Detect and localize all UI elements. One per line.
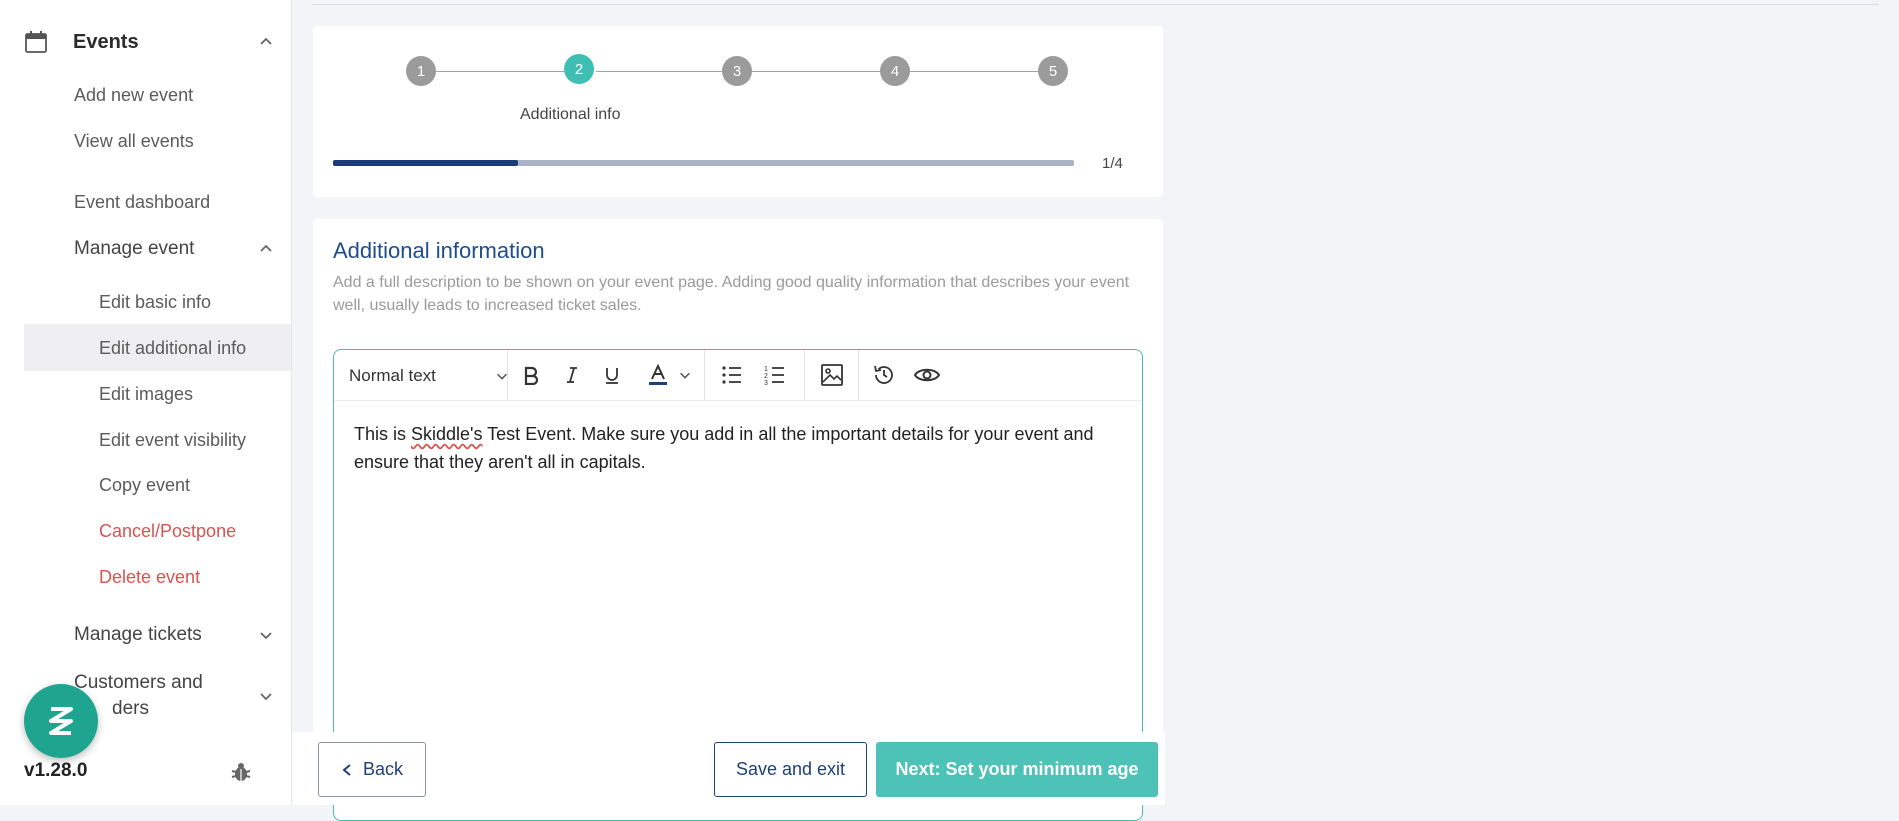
customers-line-1: Customers and (74, 672, 203, 693)
step-4[interactable]: 4 (880, 56, 910, 86)
editor-misspelled-word: Skiddle's (411, 424, 483, 444)
numbered-list-icon: 1 2 3 (764, 366, 784, 386)
italic-button[interactable] (559, 362, 585, 388)
chevron-up-icon[interactable] (258, 34, 274, 50)
step-connector (596, 71, 722, 72)
underline-icon (606, 368, 618, 384)
step-connector (910, 71, 1040, 72)
text-color-icon (649, 363, 667, 385)
back-button-label: Back (362, 759, 404, 779)
bold-icon (524, 366, 539, 385)
text-color-button[interactable] (646, 362, 692, 388)
chevron-down-icon (260, 632, 272, 640)
sidebar-item-manage-tickets[interactable]: Manage tickets (74, 624, 274, 646)
step-3[interactable]: 3 (722, 56, 752, 86)
bold-button[interactable] (518, 362, 544, 388)
sidebar-item-event-dashboard[interactable]: Event dashboard (74, 192, 210, 213)
back-button[interactable]: Back (318, 742, 426, 797)
sidebar-item-edit-basic-info[interactable]: Edit basic info (99, 292, 211, 313)
italic-icon (567, 367, 577, 383)
text-format-value: Normal text (349, 366, 436, 385)
sidebar-item-delete-event[interactable]: Delete event (99, 567, 200, 588)
chevron-down-icon (260, 693, 272, 701)
skiddle-logo-icon (49, 707, 73, 735)
section-title: Additional information (333, 238, 545, 263)
step-2[interactable]: 2 (564, 54, 594, 84)
sidebar-item-manage-event[interactable]: Manage event (74, 238, 274, 260)
eye-icon (914, 368, 940, 382)
calendar-icon (25, 31, 47, 53)
sidebar-item-edit-images[interactable]: Edit images (99, 384, 193, 405)
progress-bar-fill (333, 160, 519, 166)
underline-button[interactable] (599, 362, 625, 388)
chevron-down-icon (680, 372, 690, 379)
top-divider (312, 4, 1879, 5)
toolbar-separator (704, 350, 705, 400)
progress-bar (333, 160, 1074, 166)
toolbar-separator (858, 350, 859, 400)
version-label: v1.28.0 (24, 760, 88, 781)
stepper-card (313, 26, 1163, 197)
manage-tickets-label: Manage tickets (74, 624, 202, 645)
bug-icon[interactable] (230, 761, 252, 783)
sidebar-item-edit-additional-info[interactable]: Edit additional info (99, 338, 246, 359)
preview-button[interactable] (914, 362, 940, 388)
next-button[interactable]: Next: Set your minimum age (876, 742, 1158, 797)
chevron-up-icon (260, 244, 272, 252)
step-connector (752, 71, 880, 72)
editor-content[interactable]: This is Skiddle's Test Event. Make sure … (354, 420, 1124, 476)
numbered-list-button[interactable]: 1 2 3 (762, 362, 788, 388)
svg-text:2: 2 (764, 373, 768, 380)
editor-text-part: This is (354, 424, 412, 444)
editor-toolbar: Normal text 1 2 3 (334, 350, 1142, 401)
sidebar-item-events[interactable]: Events (24, 26, 274, 58)
active-step-label: Additional info (520, 106, 621, 123)
sidebar-item-edit-event-visibility[interactable]: Edit event visibility (99, 430, 246, 451)
toolbar-separator (507, 350, 508, 400)
save-and-exit-button[interactable]: Save and exit (714, 742, 867, 797)
history-button[interactable] (871, 362, 897, 388)
progress-text: 1/4 (1102, 155, 1123, 172)
svg-text:3: 3 (764, 380, 768, 386)
bullet-list-button[interactable] (719, 362, 745, 388)
toolbar-separator (804, 350, 805, 400)
step-1[interactable]: 1 (406, 56, 436, 86)
sidebar-item-copy-event[interactable]: Copy event (99, 475, 190, 496)
svg-text:1: 1 (764, 366, 768, 373)
sidebar-item-cancel-postpone[interactable]: Cancel/Postpone (99, 521, 236, 542)
step-5[interactable]: 5 (1038, 56, 1068, 86)
section-description: Add a full description to be shown on yo… (333, 274, 1130, 314)
image-icon (821, 364, 843, 386)
sidebar-item-customers-orders[interactable]: Customers and ders (74, 670, 274, 722)
history-icon (874, 365, 893, 384)
chevron-left-icon (342, 763, 351, 776)
sidebar-events-label: Events (73, 30, 139, 53)
step-connector (436, 71, 566, 72)
insert-image-button[interactable] (819, 362, 845, 388)
stepper: 1 2 3 4 5 (406, 54, 1070, 88)
sidebar-item-view-all-events[interactable]: View all events (74, 131, 194, 152)
sidebar: Events Add new event View all events Eve… (0, 0, 292, 805)
bullet-list-icon (722, 366, 741, 384)
sidebar-item-add-new-event[interactable]: Add new event (74, 85, 193, 106)
text-format-select[interactable]: Normal text (349, 364, 509, 388)
manage-event-label: Manage event (74, 238, 195, 259)
skiddle-logo-button[interactable] (24, 684, 98, 758)
